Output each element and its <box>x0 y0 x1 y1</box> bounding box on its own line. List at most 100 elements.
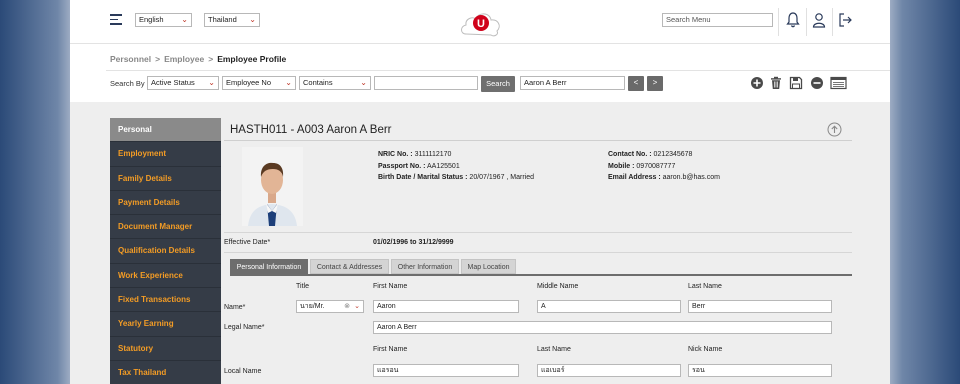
legal-name-field[interactable]: Aaron A Berr <box>373 321 832 334</box>
user-icon[interactable] <box>811 11 827 29</box>
breadcrumb-current: Employee Profile <box>217 54 287 64</box>
company-logo: U <box>461 13 500 37</box>
logout-icon[interactable] <box>837 11 853 29</box>
chevron-down-icon: ⌄ <box>354 303 360 310</box>
local-name-label: Local Name <box>224 368 262 375</box>
email-value: aaron.b@has.com <box>662 174 720 181</box>
local-last-name-column-label: Last Name <box>537 346 571 353</box>
last-name-column-label: Last Name <box>688 283 722 290</box>
nric-value: 3111112170 <box>414 151 452 158</box>
mobile-value: 0970087777 <box>636 162 676 170</box>
bell-icon[interactable] <box>785 11 801 29</box>
tab-map-location[interactable]: Map Location <box>461 259 516 274</box>
tab-personal-information[interactable]: Personal Information <box>230 259 308 274</box>
save-icon[interactable] <box>789 76 803 90</box>
tab-underline <box>230 274 852 276</box>
clear-icon[interactable]: ⊗ <box>344 301 350 312</box>
local-last-name-field[interactable]: แอเบอร์ <box>537 364 681 377</box>
language-select-value: English <box>139 15 164 24</box>
trash-icon[interactable] <box>769 76 783 90</box>
employee-info-right: Contact No. : 0212345678 Mobile : 097008… <box>608 149 720 184</box>
nick-name-column-label: Nick Name <box>688 346 723 353</box>
chevron-down-icon: ⌄ <box>249 15 256 24</box>
search-button[interactable]: Search <box>481 76 515 92</box>
last-name-field[interactable]: Berr <box>688 300 832 313</box>
chevron-down-icon: ⌄ <box>360 78 367 87</box>
legal-name-label: Legal Name* <box>224 324 265 331</box>
effective-date-label: Effective Date* <box>224 239 271 246</box>
local-first-name-field[interactable]: แอรอน <box>373 364 519 377</box>
divider <box>806 8 807 36</box>
status-select-value: Active Status <box>151 78 195 87</box>
breadcrumb-personnel[interactable]: Personnel <box>110 54 151 64</box>
tab-other-information[interactable]: Other Information <box>391 259 459 274</box>
middle-name-field[interactable]: A <box>537 300 681 313</box>
remove-icon[interactable] <box>810 76 824 90</box>
chevron-down-icon: ⌄ <box>181 15 188 24</box>
divider <box>224 232 852 233</box>
sidebar-item-document-manager[interactable]: Document Manager <box>110 215 221 240</box>
contact-value: 0212345678 <box>653 151 693 158</box>
title-select-value: นาย/Mr. <box>300 303 325 310</box>
search-field-value: Employee No <box>226 78 272 87</box>
employee-info-left: NRIC No. : 3111112170 Passport No. : AA1… <box>378 149 534 184</box>
employee-title: HASTH011 - A003 Aaron A Berr <box>230 124 392 136</box>
status-select[interactable]: Active Status ⌄ <box>147 76 219 90</box>
divider <box>832 8 833 36</box>
tab-contact-addresses[interactable]: Contact & Addresses <box>310 259 389 274</box>
app-window: English ⌄ Thailand ⌄ U Search Menu Perso… <box>70 0 890 384</box>
search-value-input[interactable] <box>374 76 478 90</box>
passport-label: Passport No. : <box>378 162 426 170</box>
sidebar-item-yearly-earning[interactable]: Yearly Earning <box>110 312 221 337</box>
first-name-field[interactable]: Aaron <box>373 300 519 313</box>
language-select[interactable]: English ⌄ <box>135 13 192 27</box>
effective-date-value: 01/02/1996 to 31/12/9999 <box>373 239 454 246</box>
divider <box>224 140 852 141</box>
employee-photo <box>242 147 303 226</box>
title-select[interactable]: นาย/Mr. ⊗ ⌄ <box>296 300 364 313</box>
next-record-button[interactable]: > <box>647 76 663 91</box>
birth-marital-label: Birth Date / Marital Status : <box>378 174 468 181</box>
email-label: Email Address : <box>608 174 661 181</box>
breadcrumb-employee[interactable]: Employee <box>164 54 204 64</box>
birth-marital-value: 20/07/1967 , Married <box>469 174 535 181</box>
sidebar-item-qualification-details[interactable]: Qualification Details <box>110 239 221 264</box>
name-label: Name* <box>224 304 246 311</box>
add-icon[interactable] <box>750 76 764 90</box>
country-select[interactable]: Thailand ⌄ <box>204 13 260 27</box>
mobile-label: Mobile : <box>608 162 635 170</box>
chevron-down-icon: ⌄ <box>208 78 215 87</box>
passport-value: AA125501 <box>427 162 460 170</box>
chevron-down-icon: ⌄ <box>285 78 292 87</box>
sidebar-item-statutory[interactable]: Statutory <box>110 336 221 361</box>
title-column-label: Title <box>296 283 309 290</box>
contact-label: Contact No. : <box>608 151 652 158</box>
breadcrumb: Personnel > Employee > Employee Profile <box>110 54 287 64</box>
nric-label: NRIC No. : <box>378 151 413 158</box>
search-result-field[interactable]: Aaron A Berr <box>520 76 625 90</box>
sidebar-item-payment-details[interactable]: Payment Details <box>110 190 221 216</box>
sidebar-item-employment[interactable]: Employment <box>110 142 221 167</box>
search-operator-select[interactable]: Contains ⌄ <box>299 76 371 90</box>
previous-record-button[interactable]: < <box>628 76 644 91</box>
search-field-select[interactable]: Employee No ⌄ <box>222 76 296 90</box>
search-by-label: Search By <box>110 79 145 88</box>
country-select-value: Thailand <box>208 15 237 24</box>
sidebar-item-personal[interactable]: Personal <box>110 118 221 143</box>
middle-name-column-label: Middle Name <box>537 283 579 290</box>
top-bar: English ⌄ Thailand ⌄ U Search Menu <box>70 0 890 44</box>
sidebar-item-tax-thailand[interactable]: Tax Thailand <box>110 360 221 384</box>
sidebar-item-fixed-transactions[interactable]: Fixed Transactions <box>110 288 221 313</box>
divider <box>106 70 890 71</box>
hamburger-menu-icon[interactable] <box>110 14 122 26</box>
employee-profile-panel: HASTH011 - A003 Aaron A Berr NRIC No. : … <box>221 118 852 384</box>
card-list-icon[interactable] <box>830 76 847 90</box>
search-menu-input[interactable]: Search Menu <box>662 13 773 27</box>
nick-name-field[interactable]: รอน <box>688 364 832 377</box>
local-first-name-column-label: First Name <box>373 346 408 353</box>
search-operator-value: Contains <box>303 78 333 87</box>
divider <box>778 8 779 36</box>
sidebar-item-work-experience[interactable]: Work Experience <box>110 263 221 289</box>
arrow-up-circle-icon[interactable] <box>827 122 842 137</box>
sidebar-item-family-details[interactable]: Family Details <box>110 166 221 191</box>
